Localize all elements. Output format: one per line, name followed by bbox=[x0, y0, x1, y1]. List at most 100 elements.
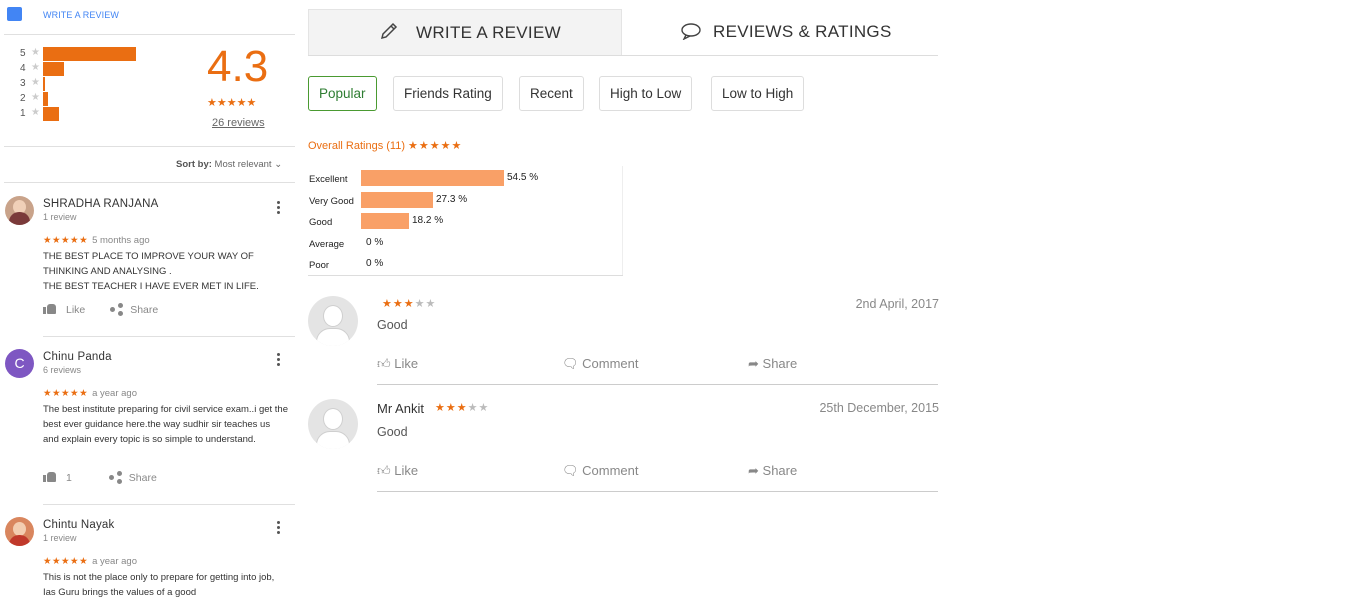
thumbs-up-icon: 👍︎ bbox=[377, 463, 391, 478]
avatar[interactable] bbox=[5, 517, 34, 546]
divider bbox=[43, 504, 295, 505]
reviewer-review-count: 1 review bbox=[43, 212, 77, 222]
bar-value-label: 18.2 % bbox=[412, 215, 444, 226]
share-icon bbox=[110, 303, 124, 316]
review-text: THE BEST PLACE TO IMPROVE YOUR WAY OF TH… bbox=[43, 251, 259, 292]
review-text: The best institute preparing for civil s… bbox=[43, 404, 289, 445]
sort-label: Sort by: bbox=[176, 159, 212, 170]
reviewer-name[interactable]: Chinu Panda bbox=[43, 351, 112, 363]
review-stars: ★★★★★ bbox=[435, 402, 490, 414]
google-reviews-panel: WRITE A REVIEW 5 ★ 4 ★ 3 ★ 2 ★ 1 ★ 4.3 ★★★★★ 26 r… bbox=[0, 0, 305, 616]
star-icon: ★ bbox=[31, 77, 40, 88]
distribution-star-label: 3 bbox=[20, 78, 26, 89]
star-icon: ★ bbox=[31, 92, 40, 103]
share-button[interactable]: ➦ Share bbox=[748, 356, 797, 372]
tab-write-review[interactable]: WRITE A REVIEW bbox=[308, 9, 622, 55]
share-button[interactable]: Share bbox=[110, 303, 158, 316]
distribution-bar bbox=[43, 47, 136, 61]
comment-icon: 🗨︎ bbox=[562, 356, 579, 371]
divider bbox=[4, 34, 295, 35]
chart-baseline bbox=[308, 275, 623, 276]
review-date: 5 months ago bbox=[92, 235, 150, 246]
filter-friends-rating[interactable]: Friends Rating bbox=[393, 76, 503, 111]
chart-border bbox=[622, 166, 623, 276]
distribution-star-label: 1 bbox=[20, 108, 26, 119]
comment-icon: 🗨︎ bbox=[562, 463, 579, 478]
average-rating: 4.3 bbox=[207, 42, 269, 91]
avatar[interactable]: C bbox=[5, 349, 34, 378]
thumbs-up-icon bbox=[43, 303, 57, 314]
star-icon: ★ bbox=[31, 62, 40, 73]
review-count-link[interactable]: 26 reviews bbox=[212, 117, 265, 129]
more-options-icon[interactable] bbox=[277, 353, 281, 368]
tab-label: REVIEWS & RATINGS bbox=[713, 22, 892, 41]
review-text: This is not the place only to prepare fo… bbox=[43, 572, 275, 598]
filter-popular[interactable]: Popular bbox=[308, 76, 377, 111]
comment-button[interactable]: 🗨︎ Comment bbox=[562, 463, 639, 479]
review-stars: ★★★★★ a year ago bbox=[43, 556, 137, 567]
bar-category-label: Good bbox=[309, 217, 333, 228]
reviewer-name[interactable]: Chintu Nayak bbox=[43, 519, 114, 531]
reviewer-name[interactable]: Mr Ankit bbox=[377, 401, 424, 416]
avatar[interactable] bbox=[5, 196, 34, 225]
divider bbox=[377, 384, 938, 385]
distribution-star-label: 5 bbox=[20, 48, 26, 59]
rating-bar bbox=[361, 170, 504, 186]
avatar[interactable] bbox=[308, 296, 358, 346]
review-date: a year ago bbox=[92, 556, 137, 567]
like-button[interactable]: 👍︎ Like bbox=[377, 356, 418, 372]
overall-ratings: Overall Ratings (11) ★★★★★ bbox=[308, 139, 462, 152]
review-stars: ★★★★★ bbox=[382, 298, 437, 310]
more-options-icon[interactable] bbox=[277, 201, 281, 216]
like-button[interactable]: 👍︎ Like bbox=[377, 463, 418, 479]
overall-stars: ★★★★★ bbox=[408, 140, 463, 152]
distribution-star-label: 4 bbox=[20, 63, 26, 74]
bar-value-label: 27.3 % bbox=[436, 194, 468, 205]
bar-category-label: Average bbox=[309, 239, 345, 250]
avatar[interactable] bbox=[308, 399, 358, 449]
filter-high-to-low[interactable]: High to Low bbox=[599, 76, 693, 111]
write-review-link[interactable]: WRITE A REVIEW bbox=[43, 10, 119, 20]
review-text: Good bbox=[377, 425, 408, 439]
average-stars: ★★★★★ bbox=[207, 97, 257, 109]
more-options-icon[interactable] bbox=[277, 521, 281, 536]
share-arrow-icon: ➦ bbox=[748, 463, 759, 478]
filter-recent[interactable]: Recent bbox=[519, 76, 584, 111]
share-button[interactable]: ➦ Share bbox=[748, 463, 797, 479]
share-arrow-icon: ➦ bbox=[748, 356, 759, 371]
review-stars: ★★★★★ a year ago bbox=[43, 388, 137, 399]
bar-value-label: 0 % bbox=[366, 237, 384, 248]
like-button[interactable]: 1 bbox=[43, 472, 72, 484]
review-date: 2nd April, 2017 bbox=[855, 297, 939, 311]
star-icon: ★ bbox=[31, 107, 40, 118]
bar-value-label: 54.5 % bbox=[507, 172, 539, 183]
comment-button[interactable]: 🗨︎ Comment bbox=[562, 356, 639, 372]
sort-value: Most relevant bbox=[214, 159, 272, 170]
tab-underline bbox=[308, 55, 938, 56]
bar-value-label: 0 % bbox=[366, 258, 384, 269]
star-icon: ★ bbox=[31, 47, 40, 58]
tab-reviews-ratings[interactable]: REVIEWS & RATINGS bbox=[622, 9, 938, 55]
divider bbox=[377, 491, 938, 492]
filter-low-to-high[interactable]: Low to High bbox=[711, 76, 805, 111]
review-stars: ★★★★★ 5 months ago bbox=[43, 235, 150, 246]
distribution-bar bbox=[43, 62, 64, 76]
review-date: a year ago bbox=[92, 388, 137, 399]
review-date: 25th December, 2015 bbox=[819, 401, 939, 415]
review-text: Good bbox=[377, 318, 408, 332]
reviewer-review-count: 1 review bbox=[43, 533, 77, 543]
distribution-bar bbox=[43, 107, 59, 121]
pencil-icon[interactable] bbox=[7, 7, 22, 21]
sort-dropdown[interactable]: Sort by: Most relevant ⌄ bbox=[176, 159, 282, 170]
reviewer-name[interactable]: SHRADHA RANJANA bbox=[43, 198, 158, 210]
divider bbox=[4, 146, 295, 147]
share-button[interactable]: Share bbox=[108, 471, 157, 484]
bar-category-label: Poor bbox=[309, 260, 330, 271]
like-button[interactable]: Like bbox=[43, 304, 85, 316]
thumbs-up-icon: 👍︎ bbox=[377, 356, 391, 371]
divider bbox=[4, 182, 295, 183]
rating-bar bbox=[361, 192, 433, 208]
divider bbox=[43, 336, 295, 337]
overall-ratings-label: Overall Ratings (11) bbox=[308, 140, 405, 152]
tab-label: WRITE A REVIEW bbox=[416, 23, 561, 42]
